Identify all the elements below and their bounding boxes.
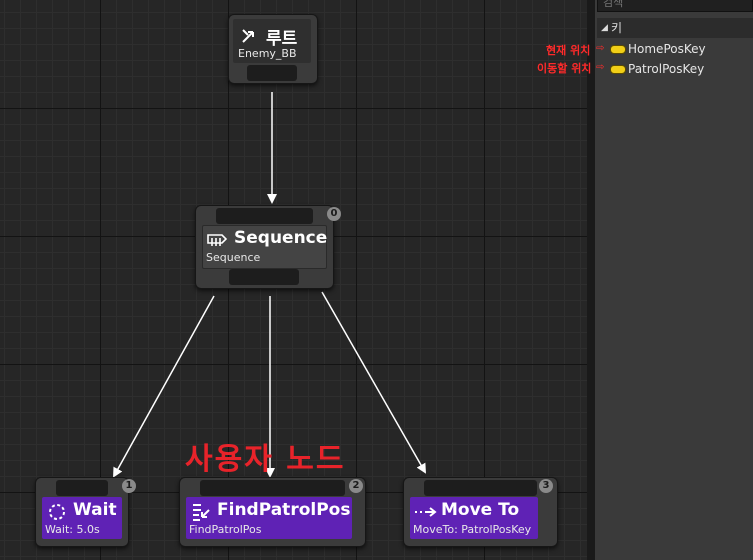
sequence-input-pin[interactable] [216,208,313,224]
key-category-header[interactable]: ◢ 키 [597,18,753,38]
wait-input-pin[interactable] [56,480,108,496]
key-label: HomePosKey [628,42,706,56]
branch-icon [242,29,254,43]
sequence-index-badge: 0 [327,207,341,221]
sequence-node[interactable]: Sequence Sequence 0 [195,205,341,289]
key-category-label: 키 [611,21,623,35]
findpatrolpos-input-pin[interactable] [200,480,345,496]
sequence-node-subtitle: Sequence [206,251,261,264]
key-label: PatrolPosKey [628,62,705,76]
vector-key-icon [610,45,626,54]
moveto-node-title: Move To [441,500,520,520]
sequence-output-pin[interactable] [229,269,299,285]
homepos-note: 현재 위치 [546,44,591,57]
root-node-title: 루트 [266,29,298,49]
blackboard-panel: ◢ 키 HomePosKey PatrolPosKey [595,0,753,560]
panel-splitter[interactable] [587,0,595,560]
findpatrolpos-index-badge: 2 [349,479,363,493]
key-row-homeposkey[interactable]: HomePosKey [595,40,753,60]
moveto-node[interactable]: Move To MoveTo: PatrolPosKey 3 [403,477,558,547]
wait-icon [49,504,65,520]
move-arrow-icon [415,507,437,517]
root-node[interactable]: 루트 Enemy_BB [228,14,318,84]
task-icon [193,504,210,521]
root-node-subtitle: Enemy_BB [238,47,297,60]
findpatrolpos-node-subtitle: FindPatrolPos [189,523,262,536]
wait-node[interactable]: Wait Wait: 5.0s 1 [35,477,136,547]
custom-node-annotation: 사용자 노드 [185,442,346,477]
wait-node-subtitle: Wait: 5.0s [45,523,100,536]
key-row-patrolposkey[interactable]: PatrolPosKey [595,60,753,80]
sequence-icon [207,234,228,246]
moveto-node-subtitle: MoveTo: PatrolPosKey [413,523,532,536]
expand-triangle-icon[interactable]: ◢ [601,18,608,38]
arrow-right-icon: ⇨ [596,62,605,73]
wait-node-title: Wait [73,500,117,520]
arrow-right-icon: ⇨ [596,43,605,54]
patrolpos-note: 이동할 위치 [537,62,592,75]
moveto-input-pin[interactable] [424,480,537,496]
vector-key-icon [610,65,626,74]
wait-index-badge: 1 [122,479,136,493]
sequence-node-title: Sequence [234,228,328,248]
root-output-pin[interactable] [247,65,297,81]
findpatrolpos-node[interactable]: FindPatrolPos FindPatrolPos 2 [179,477,366,547]
behavior-tree-graph[interactable]: 루트 Enemy_BB Sequence Sequence 0 Wait Wai… [0,0,587,560]
search-input[interactable] [597,0,753,12]
findpatrolpos-node-title: FindPatrolPos [217,500,351,520]
moveto-index-badge: 3 [539,479,553,493]
